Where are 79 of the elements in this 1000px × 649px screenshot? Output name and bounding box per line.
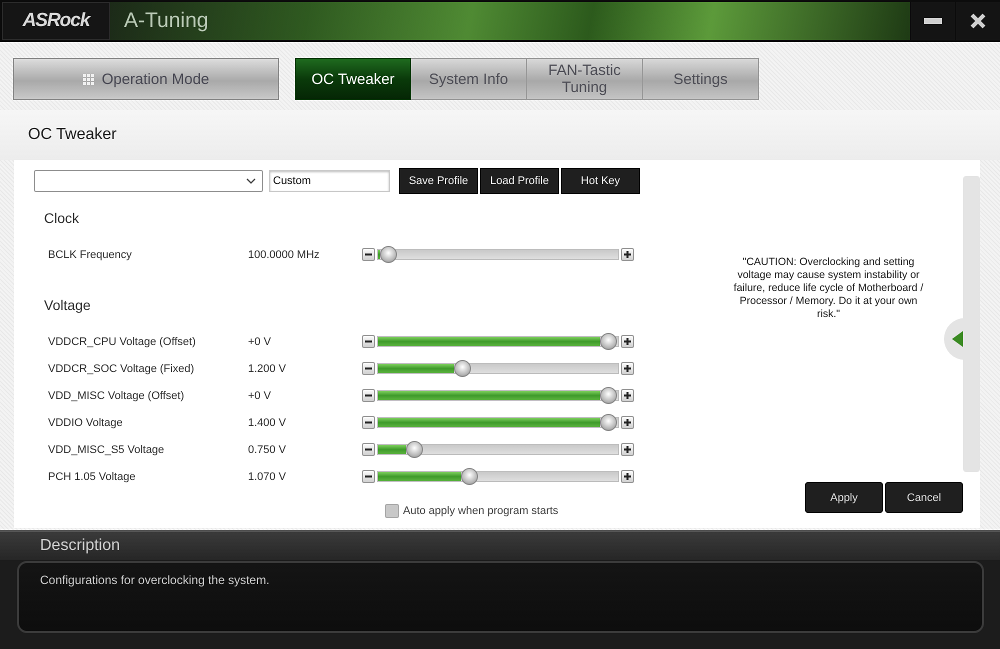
minus-icon: [365, 446, 372, 453]
plus-icon: [624, 446, 631, 453]
minus-button[interactable]: [362, 248, 375, 261]
checkbox[interactable]: [385, 504, 399, 518]
minus-icon: [365, 338, 372, 345]
setting-value: 0.750 V: [248, 444, 287, 456]
action-button[interactable]: Apply: [805, 482, 883, 513]
plus-button[interactable]: [621, 362, 634, 375]
slider-thumb[interactable]: [600, 387, 618, 404]
minimize-icon: [924, 18, 942, 24]
setting-value: +0 V: [248, 336, 272, 348]
description-header: Description: [0, 532, 1000, 560]
triangle-left-icon: [952, 331, 963, 347]
scrollbar[interactable]: [963, 176, 980, 472]
section-heading: Voltage: [44, 296, 92, 315]
section-heading: Clock: [44, 209, 80, 228]
plus-button[interactable]: [621, 443, 634, 456]
setting-label: VDD_MISC_S5 Voltage: [48, 444, 166, 456]
description-text: Configurations for overclocking the system.: [40, 573, 270, 587]
profile-button[interactable]: Save Profile: [399, 168, 478, 194]
setting-value: 1.070 V: [248, 470, 287, 482]
setting-label: VDDCR_SOC Voltage (Fixed): [48, 362, 196, 374]
setting-value: +0 V: [248, 390, 272, 402]
close-icon: [970, 13, 986, 29]
plus-icon: [624, 392, 631, 399]
minus-button[interactable]: [362, 362, 375, 375]
plus-icon: [624, 419, 631, 426]
slider-thumb[interactable]: [406, 441, 423, 458]
action-button[interactable]: Cancel: [885, 482, 963, 513]
profile-name-field[interactable]: Custom: [269, 170, 390, 192]
minus-button[interactable]: [362, 443, 375, 456]
tab[interactable]: Settings: [643, 58, 759, 100]
plus-button[interactable]: [621, 470, 634, 483]
minus-button[interactable]: [362, 389, 375, 402]
setting-label: VDDIO Voltage: [48, 416, 124, 428]
minus-icon: [365, 473, 372, 480]
setting-value: 1.200 V: [248, 362, 287, 374]
plus-button[interactable]: [621, 389, 634, 402]
setting-value: 1.400 V: [248, 416, 287, 428]
window-title: A-Tuning: [124, 9, 208, 33]
setting-label: VDDCR_CPU Voltage (Offset): [48, 336, 197, 348]
plus-icon: [624, 473, 631, 480]
slider-thumb[interactable]: [600, 333, 618, 350]
plus-button[interactable]: [621, 248, 634, 261]
slider-thumb[interactable]: [600, 414, 618, 431]
page-title: OC Tweaker: [28, 126, 117, 144]
setting-value: 100.0000 MHz: [248, 248, 321, 260]
profile-dropdown[interactable]: [34, 170, 263, 192]
minus-icon: [365, 419, 372, 426]
profile-button[interactable]: Load Profile: [480, 168, 559, 194]
plus-icon: [624, 365, 631, 372]
setting-label: BCLK Frequency: [48, 248, 133, 260]
tab[interactable]: FAN-Tastic Tuning: [527, 58, 643, 100]
checkbox-label: Auto apply when program starts: [403, 505, 558, 517]
plus-button[interactable]: [621, 335, 634, 348]
plus-button[interactable]: [621, 416, 634, 429]
minus-icon: [365, 392, 372, 399]
chevron-down-icon: [246, 178, 256, 184]
minus-button[interactable]: [362, 416, 375, 429]
slider-thumb[interactable]: [380, 246, 397, 263]
minus-icon: [365, 251, 372, 258]
grid-icon: [82, 74, 94, 84]
tab[interactable]: OC Tweaker: [295, 58, 411, 100]
profile-button[interactable]: Hot Key: [561, 168, 640, 194]
close-button[interactable]: [956, 2, 1000, 40]
app-logo: ASRock: [2, 2, 110, 40]
slider-thumb[interactable]: [454, 360, 471, 377]
tab[interactable]: System Info: [411, 58, 527, 100]
minus-icon: [365, 365, 372, 372]
plus-icon: [624, 251, 631, 258]
operation-mode-button[interactable]: Operation Mode: [13, 58, 279, 100]
caution-text: "CAUTION: Overclocking and setting voltage may cause system instability or failure, reduce life cycle of Motherboard / Processor / Memory. Do it at your own risk.": [732, 256, 924, 321]
setting-label: PCH 1.05 Voltage: [48, 470, 136, 482]
minus-button[interactable]: [362, 335, 375, 348]
setting-label: VDD_MISC Voltage (Offset): [48, 390, 186, 402]
plus-icon: [624, 338, 631, 345]
slider-thumb[interactable]: [461, 468, 478, 485]
minus-button[interactable]: [362, 470, 375, 483]
minimize-button[interactable]: [911, 2, 955, 40]
